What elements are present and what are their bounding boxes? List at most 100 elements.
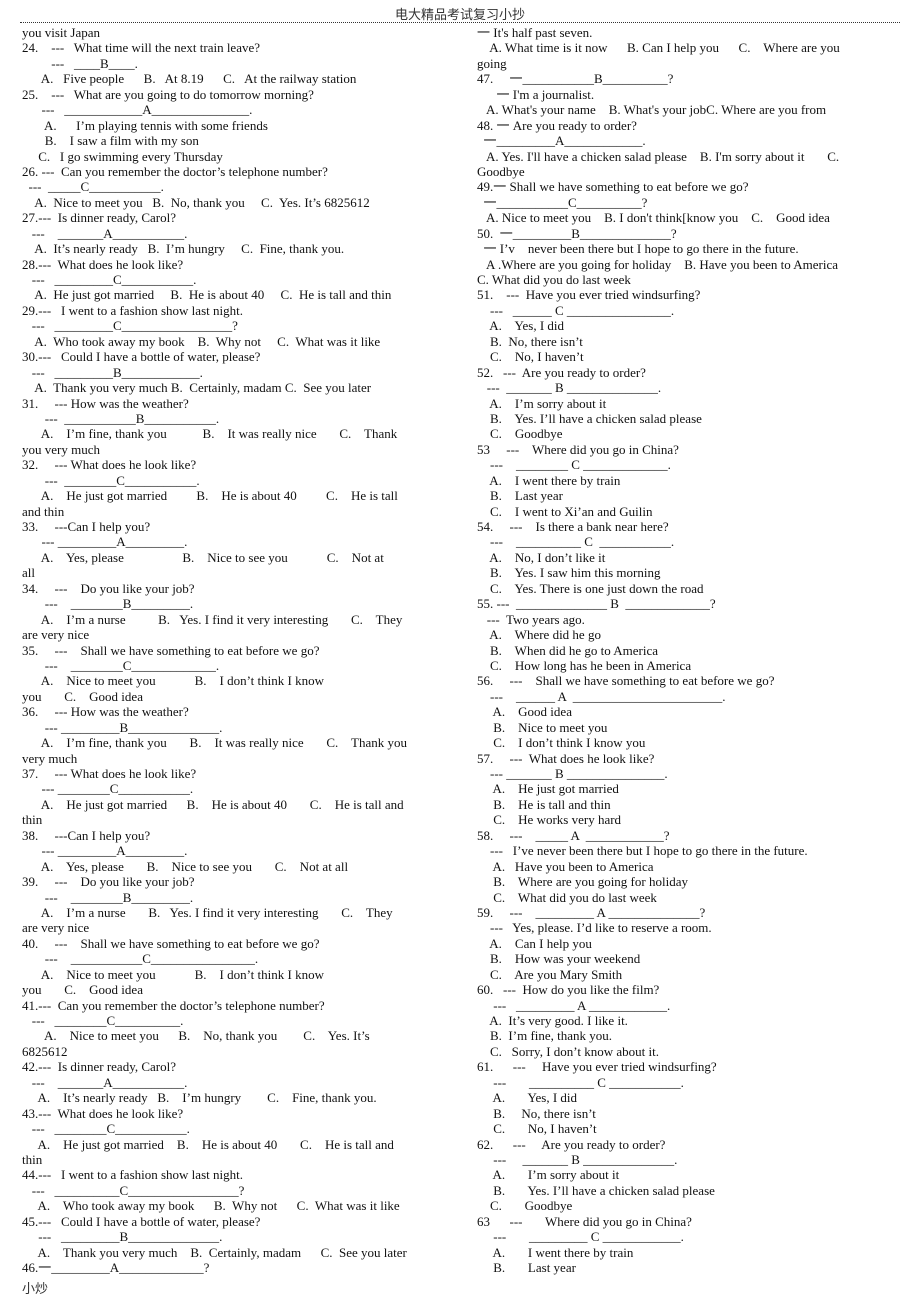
- text-line: 58. --- _____ A ____________?: [477, 827, 670, 843]
- text-line: C. What did you do last week: [477, 272, 631, 287]
- text-line: 44.--- I went to a fashion show last nig…: [22, 1167, 243, 1183]
- text-line: A. Nice to meet you B. No, thank you C. …: [22, 1028, 370, 1044]
- text-line: A. It’s nearly ready B. I’m hungry C. Fi…: [22, 1090, 377, 1106]
- text-line: --- _________B____________.: [22, 364, 203, 380]
- text-line: 50. 一_________B______________?: [477, 225, 677, 241]
- text-line: --- _______ B ______________.: [477, 380, 662, 396]
- text-line: 40. --- Shall we have something to eat b…: [22, 935, 320, 951]
- text-line: A. Good idea: [477, 704, 572, 720]
- text-line: and thin: [22, 503, 65, 519]
- text-line: 一 It's half past seven.: [477, 25, 593, 40]
- text-line: --- _________A_________.: [22, 534, 188, 550]
- text-line: --- _________ A ____________.: [477, 997, 671, 1013]
- text-line: C. I go swimming every Thursday: [22, 148, 223, 164]
- text-line: 35. --- Shall we have something to eat b…: [22, 642, 320, 658]
- text-line: A. I went there by train: [477, 472, 621, 488]
- text-line: A. Yes, please B. Nice to see you C. Not…: [22, 549, 384, 565]
- text-line: 34. --- Do you like your job?: [22, 580, 195, 596]
- text-line: A. Can I help you: [477, 935, 592, 951]
- text-line: --- __________ C ___________.: [477, 1074, 684, 1090]
- text-line: A. I’m fine, thank you B. It was really …: [22, 426, 398, 442]
- text-line: A. Nice to meet you B. I don't think[kno…: [477, 210, 830, 226]
- text-line: --- _________A_________.: [22, 843, 188, 859]
- text-line: A. Five people B. At 8.19 C. At the rail…: [22, 71, 357, 87]
- text-line: A. What time is it now B. Can I help you…: [477, 40, 840, 56]
- text-line: --- ____B____.: [22, 55, 138, 71]
- text-line: thin: [22, 1151, 43, 1167]
- text-line: you C. Good idea: [22, 982, 143, 998]
- text-line: 25. --- What are you going to do tomorro…: [22, 86, 314, 102]
- text-line: 47. 一___________B__________?: [477, 71, 674, 87]
- left-column: you visit Japan 24. --- What time will th…: [22, 25, 450, 1275]
- text-line: A. Who took away my book B. Why not C. W…: [22, 1198, 400, 1214]
- text-line: C. Goodbye: [477, 1198, 573, 1214]
- text-line: A. He just got married B. He is about 40…: [22, 1136, 394, 1152]
- text-line: A. Yes, I did: [477, 1090, 578, 1106]
- text-line: 53 --- Where did you go in China?: [477, 441, 679, 457]
- text-line: A. What's your name B. What's your jobC.…: [477, 102, 827, 118]
- text-line: A. Yes, I did: [477, 318, 565, 334]
- text-line: 32. --- What does he look like?: [22, 457, 197, 473]
- right-column: 一 It's half past seven. A. What time is …: [477, 25, 900, 1275]
- text-line: C. He works very hard: [477, 812, 622, 828]
- text-line: B. No, there isn’t: [477, 1105, 596, 1121]
- text-line: C. No, I haven’t: [477, 349, 584, 365]
- text-line: --- ___________C________________.: [22, 951, 259, 967]
- text-line: A. I’m playing tennis with some friends: [22, 117, 268, 133]
- text-line: --- ________B_________.: [22, 889, 194, 905]
- text-line: A. Nice to meet you B. I don’t think I k…: [22, 966, 324, 982]
- text-line: --- ___________B___________.: [22, 410, 220, 426]
- text-line: 60. --- How do you like the film?: [477, 982, 660, 998]
- text-line: B. He is tall and thin: [477, 796, 611, 812]
- text-line: 49.一 Shall we have something to eat befo…: [477, 179, 749, 195]
- text-line: you visit Japan: [22, 25, 100, 40]
- text-line: 30.--- Could I have a bottle of water, p…: [22, 349, 261, 365]
- text-line: --- ________C___________.: [22, 1121, 190, 1137]
- text-line: --- ________ C _____________.: [477, 457, 671, 473]
- text-line: A. Where did he go: [477, 627, 601, 643]
- text-line: A. Nice to meet you B. No, thank you C. …: [22, 194, 370, 210]
- text-line: 45.--- Could I have a bottle of water, p…: [22, 1213, 261, 1229]
- page-footer: 小炒: [22, 1281, 49, 1296]
- text-line: B. Nice to meet you: [477, 719, 608, 735]
- text-line: --- ______ C ________________.: [477, 302, 675, 318]
- text-line: --- ________C__________.: [22, 1013, 184, 1028]
- text-line: very much: [22, 750, 78, 766]
- text-line: A. He just got married: [477, 781, 619, 797]
- text-line: A. Nice to meet you B. I don’t think I k…: [22, 673, 324, 689]
- text-line: 38. ---Can I help you?: [22, 827, 151, 843]
- text-line: B. Yes. I’ll have a chicken salad please: [477, 410, 702, 426]
- text-line: C. What did you do last week: [477, 889, 657, 905]
- text-line: 54. --- Is there a bank near here?: [477, 519, 669, 534]
- text-line: --- __________ C ___________.: [477, 534, 675, 550]
- text-line: --- _______ B ______________.: [477, 1151, 678, 1167]
- text-line: 39. --- Do you like your job?: [22, 874, 195, 890]
- text-line: A. It’s nearly ready B. I’m hungry C. Fi…: [22, 241, 345, 257]
- text-line: A. I’m fine, thank you B. It was really …: [22, 735, 408, 751]
- text-line: 43.--- What does he look like?: [22, 1105, 184, 1121]
- text-line: --- _________B______________.: [22, 719, 223, 735]
- text-line: you C. Good idea: [22, 688, 143, 704]
- text-line: 63 --- Where did you go in China?: [477, 1213, 692, 1229]
- text-line: B. No, there isn’t: [477, 333, 583, 349]
- text-line: --- _________C_________________?: [22, 318, 238, 334]
- text-line: --- ______ A _______________________.: [477, 688, 726, 704]
- text-line: B. I saw a film with my son: [22, 133, 199, 149]
- text-line: 55. --- ______________ B _____________?: [477, 596, 716, 612]
- text-line: 46.一_________A_____________?: [22, 1260, 210, 1275]
- text-line: --- ________C___________.: [22, 781, 194, 797]
- text-line: going: [477, 55, 507, 71]
- text-line: 56. --- Shall we have something to eat b…: [477, 673, 775, 689]
- text-line: 37. --- What does he look like?: [22, 766, 197, 781]
- text-line: 26. --- Can you remember the doctor’s te…: [22, 163, 328, 179]
- text-line: 33. ---Can I help you?: [22, 519, 151, 534]
- text-line: A. Who took away my book B. Why not C. W…: [22, 333, 381, 349]
- text-line: all: [22, 565, 35, 581]
- text-line: 57. --- What does he look like?: [477, 750, 655, 766]
- text-line: A. Yes, please B. Nice to see you C. Not…: [22, 858, 349, 874]
- text-line: --- ____________A_______________.: [22, 102, 253, 118]
- text-line: C. Sorry, I don’t know about it.: [477, 1043, 659, 1059]
- text-line: --- I’ve never been there but I hope to …: [477, 843, 808, 859]
- text-line: 61. --- Have you ever tried windsurfing?: [477, 1059, 717, 1075]
- text-line: --- ________C_____________.: [22, 657, 220, 673]
